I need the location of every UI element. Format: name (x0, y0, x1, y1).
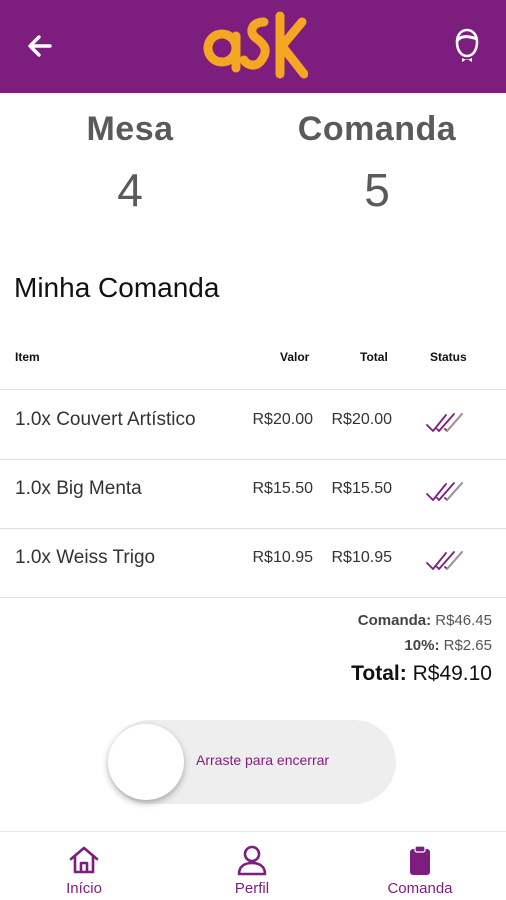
header-valor: Valor (280, 350, 310, 364)
back-button[interactable] (22, 28, 58, 64)
comanda-label: Comanda (297, 110, 457, 148)
nav-item-comanda[interactable]: Comanda (336, 832, 504, 900)
close-tab-slider[interactable]: Arraste para encerrar (108, 720, 396, 804)
service-fee: 10%: R$2.65 (351, 637, 492, 654)
header-status: Status (430, 350, 467, 364)
header-total: Total (360, 350, 388, 364)
home-icon (69, 846, 99, 874)
grand-total: Total: R$49.10 (351, 662, 492, 686)
app-bar (0, 0, 506, 93)
comanda-number: 5 (364, 164, 390, 216)
slider-text: Arraste para encerrar (196, 752, 330, 768)
service-value: R$2.65 (443, 637, 492, 654)
order-table-body: 1.0x Couvert Artístico R$20.00 R$20.00 1… (0, 391, 506, 598)
subtotal-value: R$46.45 (435, 612, 492, 629)
double-check-icon (426, 482, 463, 501)
item-total: R$15.50 (331, 480, 393, 497)
mesa-label: Mesa (86, 110, 174, 148)
double-check-icon (426, 413, 463, 432)
comanda-block: Comanda 5 (270, 110, 484, 217)
mesa-number: 4 (117, 164, 143, 216)
nav-item-inicio[interactable]: Início (0, 832, 168, 900)
mesa-block: Mesa 4 (55, 110, 205, 217)
nav-item-perfil[interactable]: Perfil (168, 832, 336, 900)
item-valor: R$15.50 (252, 480, 314, 497)
comanda-subtotal: Comanda: R$46.45 (351, 612, 492, 629)
total-label: Total: (351, 662, 407, 685)
item-name: 1.0x Big Menta (15, 478, 142, 499)
profile-button[interactable] (448, 26, 486, 66)
item-name: 1.0x Couvert Artístico (15, 409, 196, 430)
item-valor: R$10.95 (252, 549, 314, 566)
slider-handle[interactable] (108, 724, 184, 800)
section-title: Minha Comanda (14, 272, 220, 303)
total-value: R$49.10 (412, 662, 492, 685)
waiter-avatar-icon (455, 28, 479, 62)
table-row[interactable]: 1.0x Big Menta R$15.50 R$15.50 (0, 460, 506, 529)
item-valor: R$20.00 (252, 411, 314, 428)
header-item: Item (15, 350, 40, 364)
ask-logo (203, 11, 308, 79)
user-icon (237, 845, 267, 876)
nav-label: Início (66, 880, 102, 897)
order-table-header: Item Valor Total Status (0, 340, 506, 390)
item-total: R$10.95 (331, 549, 393, 566)
clipboard-icon (410, 845, 430, 875)
table-row[interactable]: 1.0x Couvert Artístico R$20.00 R$20.00 (0, 391, 506, 460)
service-label: 10%: (404, 637, 440, 654)
item-total: R$20.00 (331, 411, 393, 428)
subtotal-label: Comanda: (357, 612, 432, 629)
totals-block: Comanda: R$46.45 10%: R$2.65 Total: R$49… (351, 612, 492, 686)
bottom-nav: Início Perfil Comanda (0, 831, 506, 900)
arrow-left-icon (28, 35, 52, 57)
table-row[interactable]: 1.0x Weiss Trigo R$10.95 R$10.95 (0, 529, 506, 598)
double-check-icon (426, 551, 463, 570)
table-summary: Mesa 4 Comanda 5 (0, 110, 506, 240)
item-name: 1.0x Weiss Trigo (15, 547, 156, 568)
nav-label: Comanda (387, 880, 453, 897)
nav-label: Perfil (234, 880, 270, 897)
